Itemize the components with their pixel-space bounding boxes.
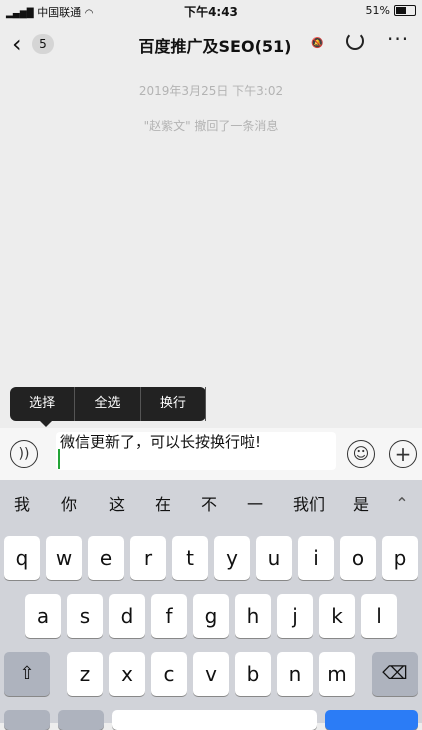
key-t[interactable]: t <box>172 536 208 580</box>
battery-icon <box>394 5 416 16</box>
shift-icon[interactable]: ⇧ <box>4 652 50 696</box>
chat-title: 百度推广及SEO(51) <box>138 37 292 56</box>
key-l[interactable]: l <box>361 594 397 638</box>
candidate-item[interactable]: 我们 <box>278 491 340 515</box>
text-caret <box>58 449 60 469</box>
key-h[interactable]: h <box>235 594 271 638</box>
system-message: "赵紫文" 撤回了一条消息 <box>143 119 279 133</box>
key-u[interactable]: u <box>256 536 292 580</box>
key-f[interactable]: f <box>151 594 187 638</box>
candidate-item[interactable]: 一 <box>232 491 278 515</box>
candidate-item[interactable]: 你 <box>44 491 94 515</box>
back-chevron-icon[interactable]: ‹ <box>12 30 22 58</box>
text-context-menu: 选择 全选 换行 <box>10 387 206 427</box>
key-c[interactable]: c <box>151 652 187 696</box>
key-v[interactable]: v <box>193 652 229 696</box>
space-key[interactable] <box>112 710 317 730</box>
key-g[interactable]: g <box>193 594 229 638</box>
chat-header: ‹ 5 百度推广及SEO(51) 🔕 ··· <box>0 22 422 66</box>
key-b[interactable]: b <box>235 652 271 696</box>
message-input-bar: )) 微信更新了，可以长按换行啦! ☺ + <box>0 428 422 480</box>
key-k[interactable]: k <box>319 594 355 638</box>
emoji-icon[interactable]: ☺ <box>347 440 375 468</box>
voice-icon[interactable]: )) <box>10 440 38 468</box>
status-bar: ▂▄▆█ 中国联通 ◠ 下午4:43 51% <box>0 0 422 22</box>
candidate-item[interactable]: 我 <box>0 491 44 515</box>
send-key[interactable] <box>325 710 418 730</box>
unread-badge[interactable]: 5 <box>32 34 54 54</box>
candidate-item[interactable]: 在 <box>140 491 186 515</box>
key-r[interactable]: r <box>130 536 166 580</box>
candidate-item[interactable]: 不 <box>186 491 232 515</box>
key-w[interactable]: w <box>46 536 82 580</box>
key-s[interactable]: s <box>67 594 103 638</box>
menu-pointer <box>40 421 52 427</box>
key-x[interactable]: x <box>109 652 145 696</box>
key-m[interactable]: m <box>319 652 355 696</box>
keyboard-mode-key[interactable] <box>4 710 50 730</box>
key-z[interactable]: z <box>67 652 103 696</box>
key-j[interactable]: j <box>277 594 313 638</box>
candidate-bar: 我 你 这 在 不 一 我们 是 ⌃ <box>0 480 422 526</box>
key-i[interactable]: i <box>298 536 334 580</box>
key-d[interactable]: d <box>109 594 145 638</box>
status-time: 下午4:43 <box>184 5 238 19</box>
message-input-text: 微信更新了，可以长按换行啦! <box>60 433 262 451</box>
key-n[interactable]: n <box>277 652 313 696</box>
chat-timestamp: 2019年3月25日 下午3:02 <box>138 84 284 98</box>
plus-icon[interactable]: + <box>389 440 417 468</box>
menu-item-select[interactable]: 选择 <box>10 387 76 421</box>
expand-candidates-icon[interactable]: ⌃ <box>382 494 422 513</box>
key-p[interactable]: p <box>382 536 418 580</box>
key-q[interactable]: q <box>4 536 40 580</box>
key-e[interactable]: e <box>88 536 124 580</box>
message-input[interactable]: 微信更新了，可以长按换行啦! <box>56 432 336 470</box>
key-o[interactable]: o <box>340 536 376 580</box>
battery-percent: 51% <box>365 4 390 17</box>
refresh-icon[interactable] <box>346 32 364 50</box>
keyboard: 我 你 这 在 不 一 我们 是 ⌃ q w e r t y u i o p a… <box>0 480 422 730</box>
key-a[interactable]: a <box>25 594 61 638</box>
candidate-item[interactable]: 这 <box>94 491 140 515</box>
backspace-icon[interactable]: ⌫ <box>372 652 418 696</box>
mute-icon: 🔕 <box>311 38 324 49</box>
menu-item-select-all[interactable]: 全选 <box>75 387 141 421</box>
menu-item-newline[interactable]: 换行 <box>141 387 206 421</box>
candidate-item[interactable]: 是 <box>340 491 382 515</box>
more-icon[interactable]: ··· <box>387 27 409 51</box>
globe-key[interactable] <box>58 710 104 730</box>
key-y[interactable]: y <box>214 536 250 580</box>
